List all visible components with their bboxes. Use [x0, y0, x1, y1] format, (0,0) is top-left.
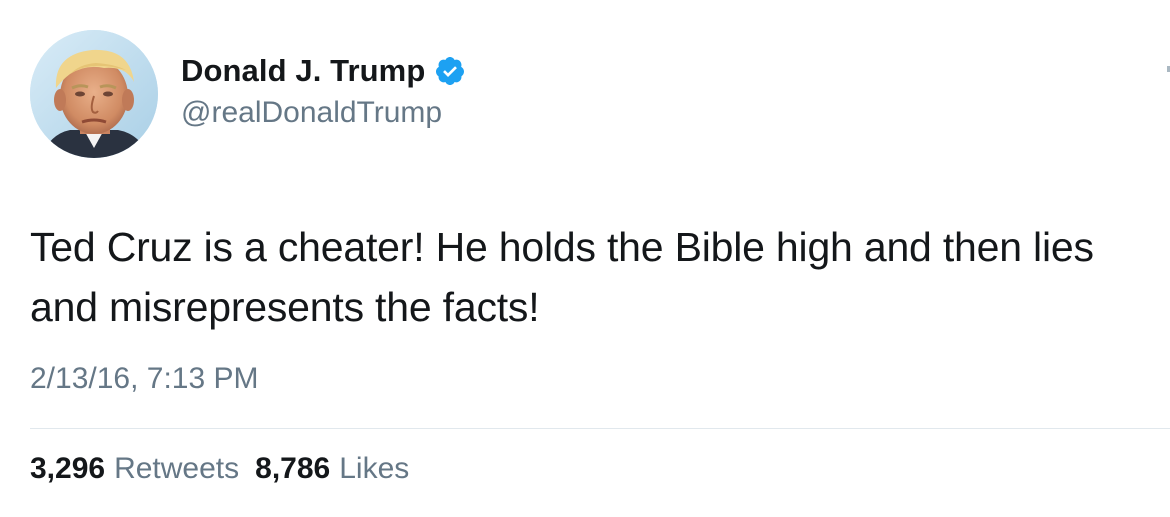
divider [30, 428, 1170, 429]
likes-stat[interactable]: 8,786 Likes [255, 452, 409, 486]
tweet-timestamp[interactable]: 2/13/16, 7:13 PM [30, 362, 259, 396]
likes-count: 8,786 [255, 452, 331, 485]
tweet-stats: 3,296 Retweets 8,786 Likes [30, 452, 425, 486]
display-name[interactable]: Donald J. Trump [181, 53, 425, 89]
verified-badge-icon [434, 55, 466, 87]
retweets-stat[interactable]: 3,296 Retweets [30, 452, 239, 486]
name-row[interactable]: Donald J. Trump [181, 50, 466, 92]
avatar[interactable] [30, 30, 158, 158]
user-handle[interactable]: @realDonaldTrump [181, 96, 442, 130]
tweet-text: Ted Cruz is a cheater! He holds the Bibl… [30, 224, 1094, 330]
likes-label: Likes [339, 452, 410, 485]
retweets-label: Retweets [114, 452, 240, 485]
retweets-count: 3,296 [30, 452, 106, 485]
profile-photo-icon [30, 30, 158, 158]
